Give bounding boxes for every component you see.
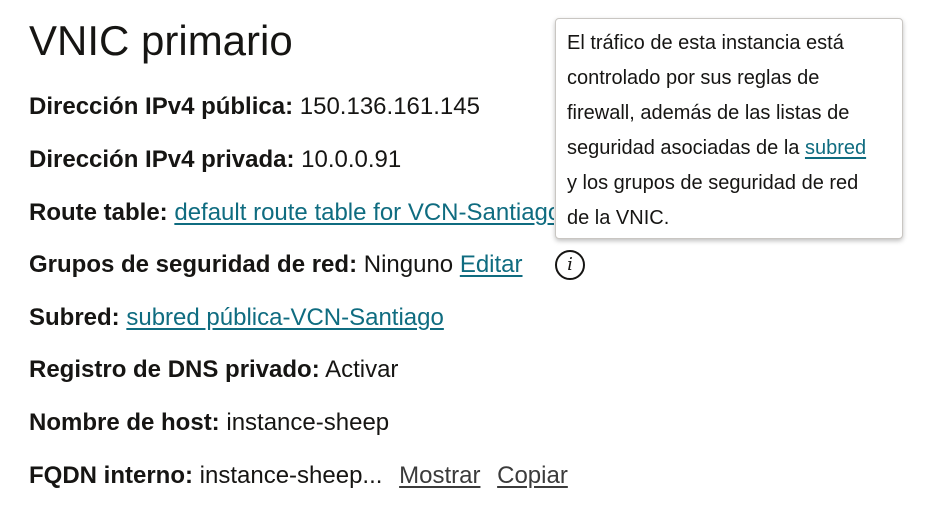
hostname-value: instance-sheep	[226, 409, 390, 436]
info-circle-icon[interactable]: i	[555, 250, 585, 280]
tooltip-line: de la VNIC.	[567, 207, 670, 229]
fqdn-row: FQDN interno: instance-sheep... Mostrar …	[29, 461, 568, 491]
tooltip-line: El tráfico de esta instancia está	[567, 32, 844, 54]
hostname-row: Nombre de host: instance-sheep	[29, 408, 389, 438]
route-table-label: Route table:	[29, 199, 168, 226]
public-ip-value: 150.136.161.145	[299, 93, 480, 120]
tooltip-line: controlado por sus reglas de	[567, 67, 820, 89]
tooltip-text: seguridad asociadas de la	[567, 137, 800, 159]
dns-row: Registro de DNS privado: Activar	[29, 355, 398, 385]
route-table-row: Route table: default route table for VCN…	[29, 198, 554, 228]
tooltip-line: y los grupos de seguridad de red	[567, 172, 859, 194]
tooltip-line: seguridad asociadas de la subred	[567, 131, 892, 166]
dns-label: Registro de DNS privado:	[29, 356, 320, 383]
subnet-label: Subred:	[29, 304, 120, 331]
nsg-value: Ninguno	[363, 251, 454, 278]
nsg-edit-link[interactable]: Editar	[460, 251, 523, 278]
subnet-row: Subred: subred pública-VCN-Santiago	[29, 303, 444, 333]
fqdn-label: FQDN interno:	[29, 462, 193, 489]
fqdn-value: instance-sheep...	[199, 462, 383, 489]
tooltip-subnet-link[interactable]: subred	[805, 137, 866, 159]
subnet-link[interactable]: subred pública-VCN-Santiago	[126, 304, 444, 331]
dns-value: Activar	[325, 356, 399, 383]
tooltip-line: firewall, además de las listas de	[567, 102, 850, 124]
fqdn-show-link[interactable]: Mostrar	[399, 462, 480, 489]
public-ip-row: Dirección IPv4 pública: 150.136.161.145	[29, 92, 480, 122]
fqdn-copy-link[interactable]: Copiar	[497, 462, 568, 489]
private-ip-row: Dirección IPv4 privada: 10.0.0.91	[29, 145, 401, 175]
info-icon-glyph: i	[567, 254, 573, 275]
hostname-label: Nombre de host:	[29, 409, 220, 436]
private-ip-value: 10.0.0.91	[301, 146, 402, 173]
info-tooltip: El tráfico de esta instancia está contro…	[555, 18, 903, 239]
public-ip-label: Dirección IPv4 pública:	[29, 93, 294, 120]
nsg-label: Grupos de seguridad de red:	[29, 251, 358, 278]
nsg-row: Grupos de seguridad de red: Ninguno Edit…	[29, 250, 523, 280]
page-title: VNIC primario	[29, 17, 293, 64]
route-table-link[interactable]: default route table for VCN-Santiago	[174, 199, 554, 226]
private-ip-label: Dirección IPv4 privada:	[29, 146, 295, 173]
